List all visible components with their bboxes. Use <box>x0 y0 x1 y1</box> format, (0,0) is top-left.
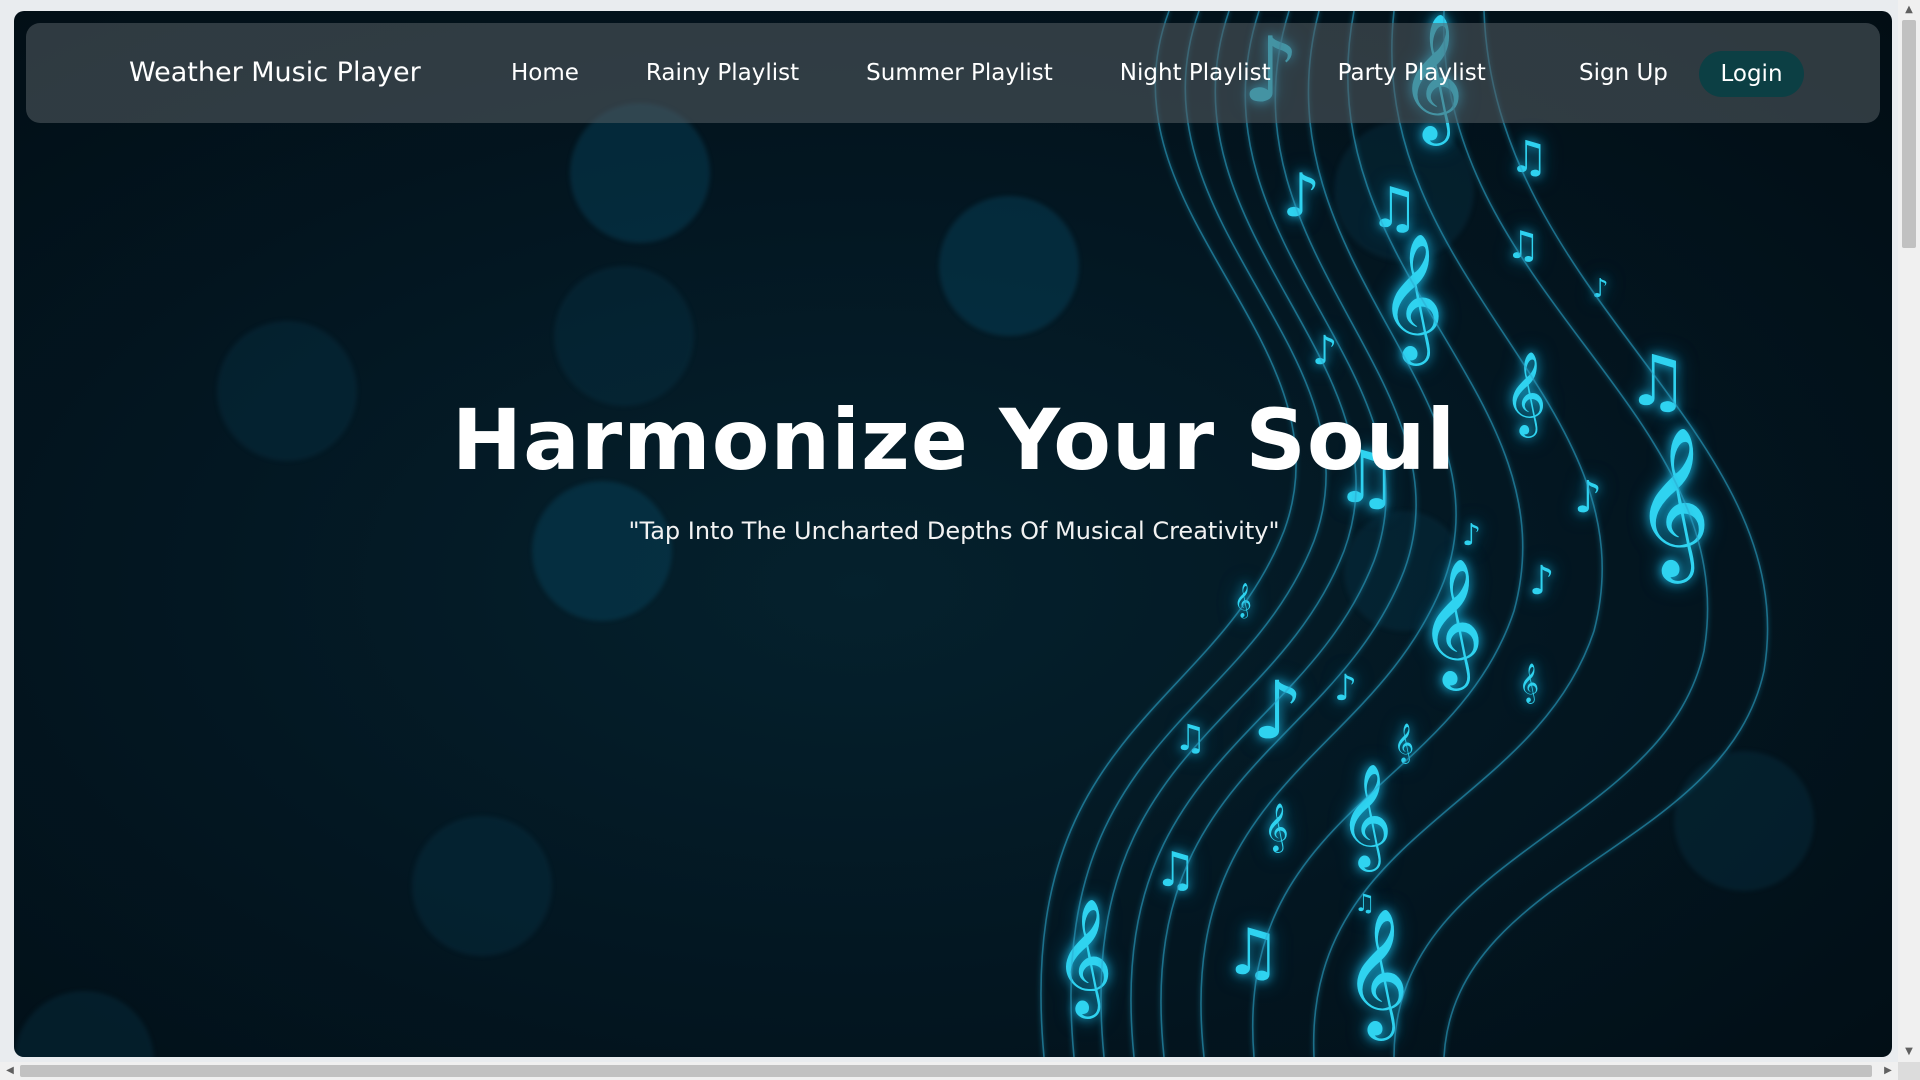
top-navbar: Weather Music Player Home Rainy Playlist… <box>26 23 1880 123</box>
page-viewport: ♪ 𝄞 ♫ ♪ ♫ ♫ 𝄞 ♪ ♪ ♫ 𝄞 ♫ 𝄞 ♪ ♪ ♪ 𝄞 𝄞 ♪ ♪ … <box>14 11 1892 1057</box>
scroll-down-arrow-icon[interactable]: ▼ <box>1898 1042 1920 1062</box>
nav-link-summer-playlist[interactable]: Summer Playlist <box>866 60 1053 86</box>
brand-logo-text[interactable]: Weather Music Player <box>129 23 421 123</box>
vertical-scroll-thumb[interactable] <box>1902 20 1916 248</box>
login-button[interactable]: Login <box>1699 51 1804 97</box>
nav-links: Home Rainy Playlist Summer Playlist Nigh… <box>511 23 1553 123</box>
hero-subtitle: "Tap Into The Uncharted Depths Of Musica… <box>628 517 1280 545</box>
hero-title: Harmonize Your Soul <box>451 391 1457 489</box>
nav-link-home[interactable]: Home <box>511 60 579 86</box>
horizontal-scrollbar[interactable]: ◀ ▶ <box>0 1062 1898 1080</box>
scroll-left-arrow-icon[interactable]: ◀ <box>0 1062 20 1080</box>
signup-link[interactable]: Sign Up <box>1579 23 1668 123</box>
horizontal-scroll-thumb[interactable] <box>20 1065 1872 1077</box>
scrollbar-corner <box>1898 1062 1920 1080</box>
scroll-up-arrow-icon[interactable]: ▲ <box>1898 0 1920 20</box>
nav-link-party-playlist[interactable]: Party Playlist <box>1338 60 1486 86</box>
nav-link-rainy-playlist[interactable]: Rainy Playlist <box>646 60 799 86</box>
vertical-scrollbar[interactable]: ▲ ▼ <box>1898 0 1920 1062</box>
scroll-right-arrow-icon[interactable]: ▶ <box>1878 1062 1898 1080</box>
nav-link-night-playlist[interactable]: Night Playlist <box>1120 60 1271 86</box>
